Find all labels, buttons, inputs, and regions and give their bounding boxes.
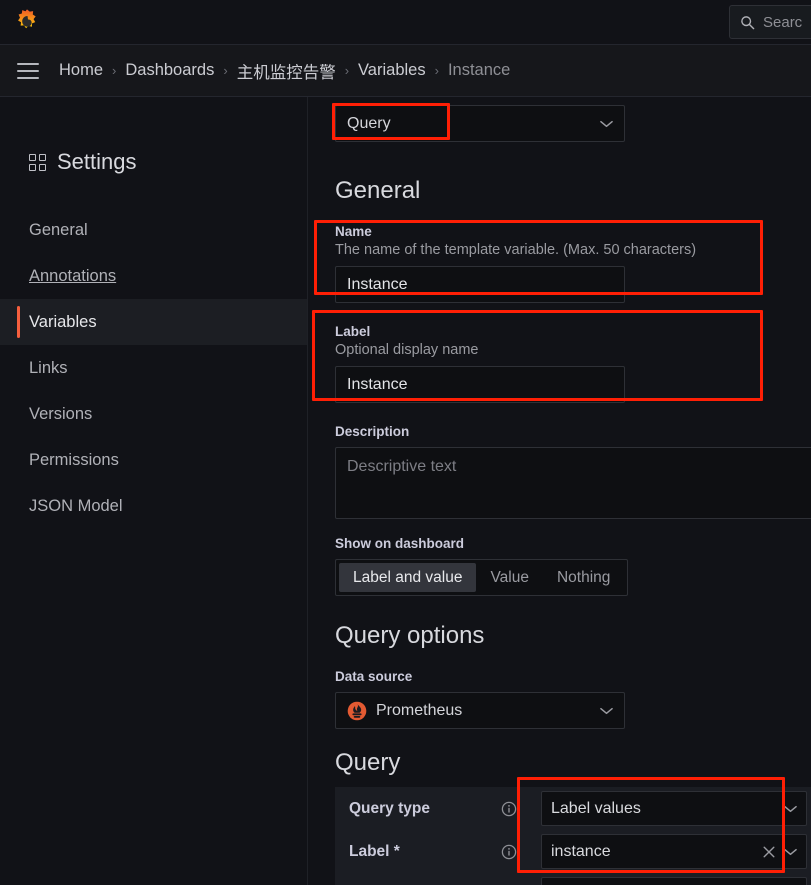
sidebar-item-annotations[interactable]: Annotations [0,253,307,299]
general-section-heading: General [335,177,421,204]
data-source-label: Data source [335,669,413,684]
query-options-heading: Query options [335,622,485,649]
chevron-down-icon [784,800,797,818]
sidebar-item-label: General [29,220,88,239]
sidebar-item-general[interactable]: General [0,207,307,253]
query-label-label: Label * [349,842,400,860]
name-field-description: The name of the template variable. (Max.… [335,242,697,258]
info-circle-icon[interactable] [501,844,517,860]
name-field-group: Name The name of the template variable. … [335,224,805,303]
radio-value[interactable]: Value [476,563,543,592]
sidebar-item-json-model[interactable]: JSON Model [0,483,307,529]
query-type-value: Label values [551,799,641,817]
radio-label-and-value[interactable]: Label and value [339,563,477,592]
sidebar-item-label: Links [29,358,68,377]
variable-type-value: Query [347,114,391,132]
breadcrumb-separator: › [434,63,439,78]
search-input[interactable]: Searc [729,5,811,39]
description-field-group: Description Descriptive text [335,424,811,519]
data-source-group: Data source Prometheus [335,669,625,729]
query-section-heading: Query [335,749,401,776]
breadcrumb-separator: › [344,63,350,78]
grafana-variable-settings-page: Searc Home › Dashboards › 主机监控告警 › Varia… [0,0,811,885]
chevron-down-icon [784,843,797,861]
show-on-dashboard-group: Show on dashboard Label and value Value … [335,536,629,596]
query-type-row: Query type Label values [335,787,811,830]
query-label-label-cell: Label * [335,830,531,873]
query-label-value: instance [551,842,611,860]
query-type-label-cell: Query type [335,787,531,830]
breadcrumb-item-dashboards[interactable]: Dashboards [125,61,214,80]
search-icon [741,15,755,29]
page-title: Settings [57,149,137,174]
sidebar-item-label: JSON Model [29,496,123,515]
breadcrumb-item-home[interactable]: Home [59,61,103,80]
show-on-dashboard-radio-group: Label and value Value Nothing [335,559,629,596]
variable-editor-panel: Query General Name The name of the templ… [309,97,811,885]
sidebar-item-label: Annotations [29,266,117,285]
breadcrumb-separator: › [223,63,228,78]
query-type-label: Query type [349,799,430,817]
grafana-logo-icon[interactable] [12,7,42,37]
query-label-value-cell: instance [531,830,811,873]
name-field-label: Name [335,224,372,239]
breadcrumb-item-variables[interactable]: Variables [358,61,426,80]
breadcrumb-separator: › [112,63,117,78]
description-field-label: Description [335,424,410,439]
prometheus-icon [347,701,367,720]
label-field-label: Label [335,324,371,339]
name-input[interactable]: Instance [335,266,625,303]
close-x-icon[interactable] [763,846,775,858]
label-input[interactable]: Instance [335,366,625,403]
breadcrumb-bar: Home › Dashboards › 主机监控告警 › Variables ›… [0,45,811,97]
name-input-value: Instance [347,275,408,293]
data-source-value: Prometheus [376,701,463,719]
query-label-select[interactable]: instance [541,834,807,869]
chevron-down-icon [600,702,613,720]
breadcrumb-item-instance: Instance [447,61,511,79]
query-type-controls [784,800,797,818]
sidebar-header: Settings [29,149,307,175]
label-field-description: Optional display name [335,342,479,358]
top-navigation-bar: Searc [0,0,811,45]
settings-sidebar: Settings General Annotations Variables L… [0,97,308,885]
query-extra-select[interactable] [541,877,807,885]
query-type-value-cell: Label values [531,787,811,830]
sidebar-item-versions[interactable]: Versions [0,391,307,437]
sidebar-item-variables[interactable]: Variables [0,299,307,345]
hamburger-menu-icon[interactable] [17,62,39,79]
sidebar-item-label: Variables [29,312,97,331]
sidebar-item-label: Versions [29,404,93,423]
data-source-select[interactable]: Prometheus [335,692,625,729]
show-on-dashboard-label: Show on dashboard [335,536,465,551]
description-placeholder: Descriptive text [347,458,457,475]
label-input-value: Instance [347,375,408,393]
label-field-group: Label Optional display name Instance [335,324,805,403]
chevron-down-icon [600,115,613,133]
query-extra-value-cell [531,873,811,885]
sidebar-item-links[interactable]: Links [0,345,307,391]
grid-settings-icon [29,153,46,171]
query-type-select[interactable]: Label values [541,791,807,826]
sidebar-item-permissions[interactable]: Permissions [0,437,307,483]
info-circle-icon[interactable] [501,801,517,817]
description-textarea[interactable]: Descriptive text [335,447,811,519]
query-extra-row [335,873,811,885]
breadcrumb-item-dashboard-name[interactable]: 主机监控告警 [237,59,336,83]
search-placeholder-text: Searc [763,13,803,31]
breadcrumb: Home › Dashboards › 主机监控告警 › Variables ›… [59,59,510,83]
query-extra-label-cell [335,873,531,885]
sidebar-item-label: Permissions [29,450,119,469]
radio-nothing[interactable]: Nothing [543,563,624,592]
sidebar-nav-list: General Annotations Variables Links Vers… [0,207,307,529]
query-label-controls [763,843,797,861]
variable-type-select[interactable]: Query [335,105,625,142]
query-label-row: Label * instance [335,830,811,873]
